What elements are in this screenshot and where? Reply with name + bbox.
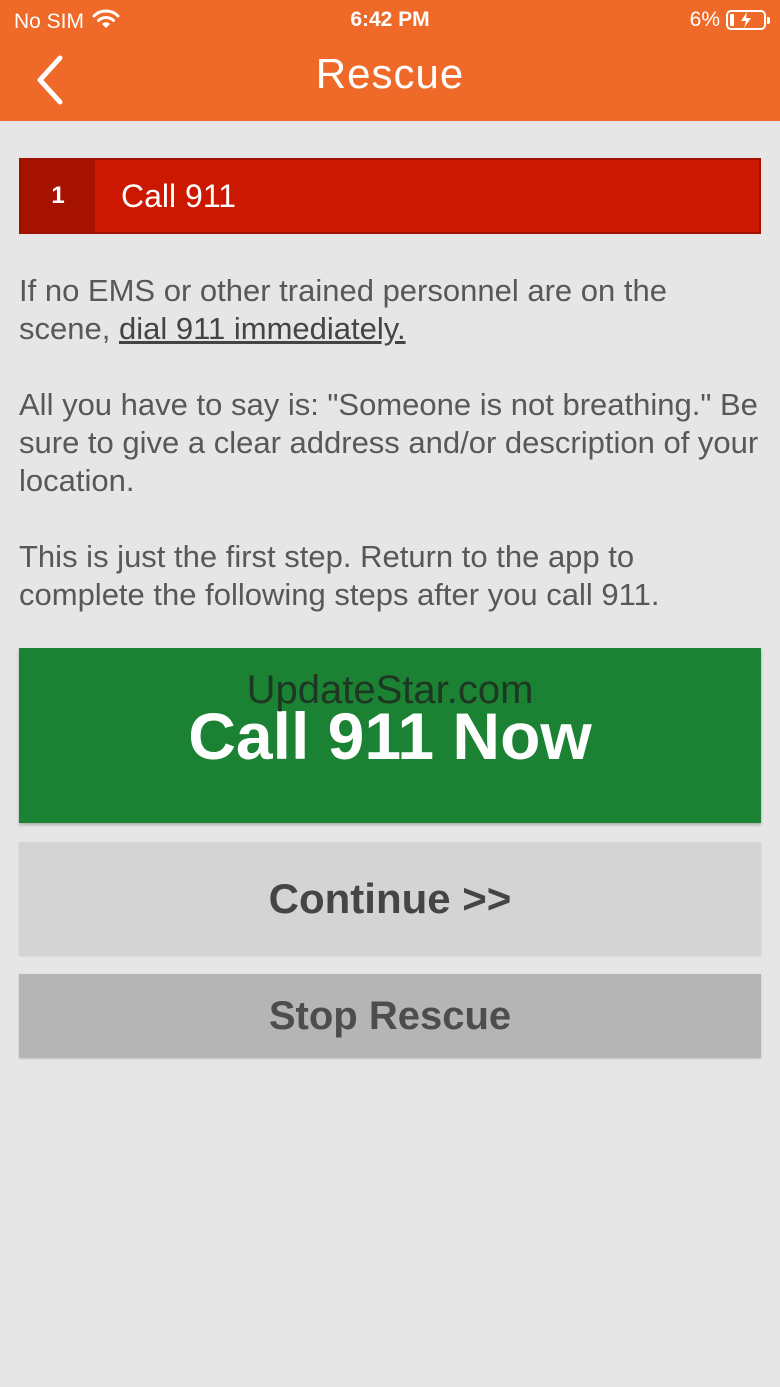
battery-percent: 6% (689, 8, 720, 31)
battery-icon (726, 10, 770, 30)
step-number-badge: 1 (21, 160, 95, 232)
nav-bar: Rescue (0, 40, 780, 121)
stop-rescue-label: Stop Rescue (268, 993, 512, 1038)
continue-button[interactable]: Continue >> (19, 842, 761, 955)
call-911-button[interactable]: Call 911 Now (19, 648, 761, 823)
instruction-paragraph-1: If no EMS or other trained personnel are… (19, 272, 764, 348)
stop-rescue-button[interactable]: Stop Rescue (19, 974, 761, 1058)
status-right: 6% (689, 8, 770, 32)
page-title: Rescue (315, 50, 465, 97)
step-header: 1 Call 911 (19, 158, 761, 234)
continue-label: Continue >> (268, 874, 512, 922)
instruction-paragraph-2: All you have to say is: "Someone is not … (19, 387, 759, 498)
instruction-paragraph-3: This is just the first step. Return to t… (19, 539, 660, 612)
dial-911-link[interactable]: dial 911 immediately. (119, 311, 406, 346)
top-bar: No SIM 6:42 PM 6% Rescue (0, 0, 780, 121)
status-bar: No SIM 6:42 PM 6% (0, 0, 780, 40)
call-911-label: Call 911 Now (188, 698, 592, 773)
step-title: Call 911 (121, 177, 237, 214)
instructions: If no EMS or other trained personnel are… (19, 272, 764, 652)
status-time: 6:42 PM (350, 8, 430, 31)
